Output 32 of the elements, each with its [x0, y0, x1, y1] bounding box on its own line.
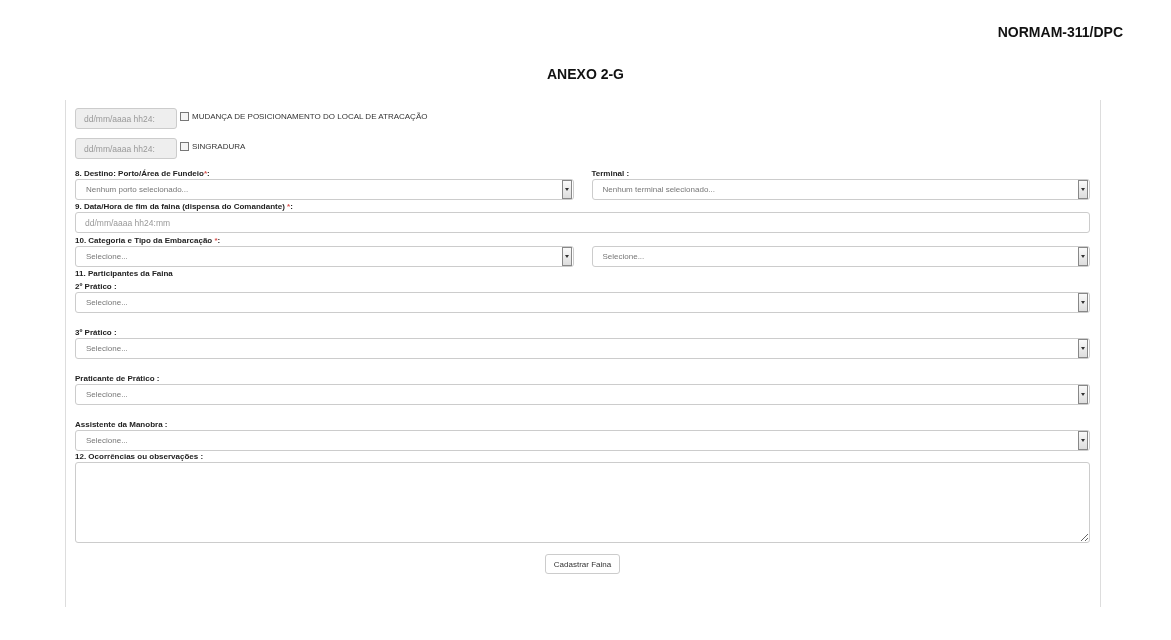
caret-icon [1078, 180, 1088, 199]
checkbox-label: SINGRADURA [192, 142, 246, 151]
select-dropdown[interactable]: Nenhum porto selecionado... [75, 179, 574, 200]
select-dropdown[interactable]: Selecione... [75, 338, 1090, 359]
select-dropdown[interactable]: Selecione... [591, 246, 1090, 267]
field-label: 11. Participantes da Faina [75, 268, 174, 279]
caret-icon [1078, 247, 1088, 266]
field-label: 8. Destino: Porto/Área de Fundeio*: [75, 168, 211, 179]
field-label: Praticante de Prático : [75, 373, 161, 384]
document-code: NORMAM-311/DPC [997, 24, 1123, 40]
field-label: 12. Ocorrências ou observações : [75, 451, 205, 462]
submit-button[interactable]: Cadastrar Faina [544, 554, 621, 574]
field-label: 9. Data/Hora de fim da faina (dispensa do Comandante) *: [75, 201, 294, 212]
field-label: Terminal : [591, 168, 631, 179]
caret-icon [1078, 293, 1088, 312]
field-label: 3º Prático : [75, 327, 118, 338]
select-dropdown[interactable]: Selecione... [75, 246, 574, 267]
field-label: 10. Categoria e Tipo da Embarcação *: [75, 235, 222, 246]
caret-icon [1078, 385, 1088, 404]
field-label: Assistente da Manobra : [75, 419, 169, 430]
caret-icon [561, 180, 572, 199]
caret-icon [561, 247, 572, 266]
select-dropdown[interactable]: Nenhum terminal selecionado... [591, 179, 1090, 200]
select-dropdown[interactable]: Selecione... [75, 384, 1090, 405]
caret-icon [1078, 431, 1088, 450]
select-dropdown[interactable]: Selecione... [75, 292, 1090, 313]
select-dropdown[interactable]: Selecione... [75, 430, 1090, 451]
field-label: 2º Prático : [75, 281, 118, 292]
caret-icon [1078, 339, 1088, 358]
checkbox-label: MUDANÇA DE POSICIONAMENTO DO LOCAL DE ATRACAÇÃO [192, 112, 428, 121]
page-title: ANEXO 2-G [547, 66, 624, 82]
date-time-field[interactable]: dd/mm/aaaa hh24:mm [75, 212, 1090, 233]
